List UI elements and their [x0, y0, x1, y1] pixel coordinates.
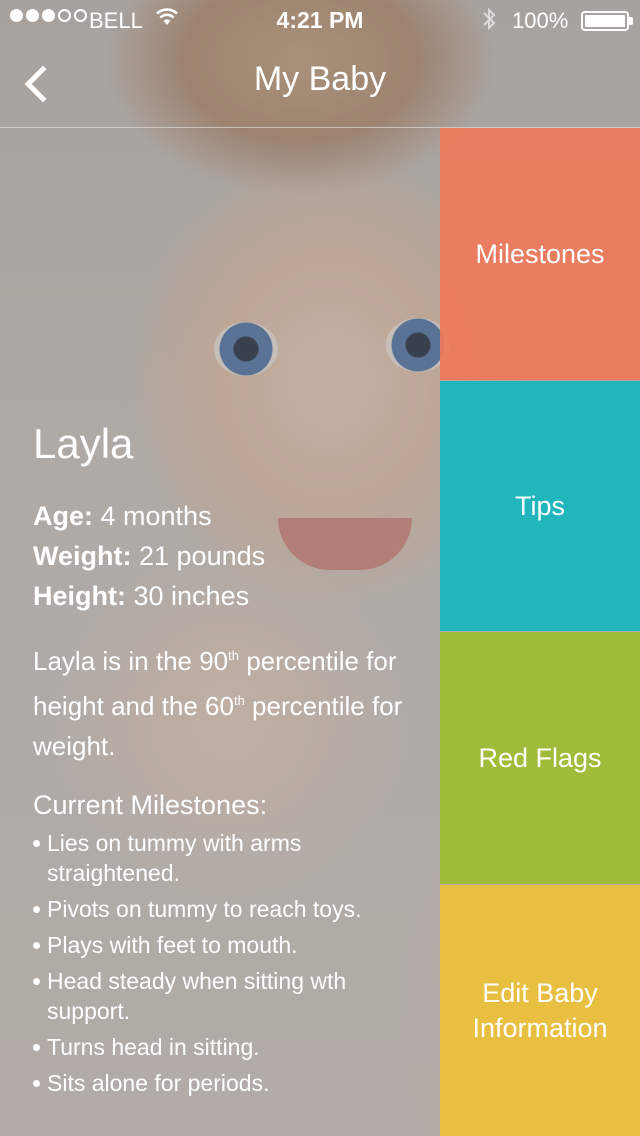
- stat-label: Height:: [33, 581, 126, 611]
- milestone-list: Lies on tummy with arms straightened. Pi…: [33, 828, 433, 1098]
- milestone-text: Pivots on tummy to reach toys.: [47, 896, 362, 922]
- list-item: Sits alone for periods.: [33, 1068, 413, 1098]
- ordinal-suffix: th: [228, 648, 239, 663]
- list-item: Pivots on tummy to reach toys.: [33, 894, 413, 924]
- battery-fill: [585, 15, 625, 27]
- stat-value: 4 months: [100, 501, 212, 531]
- stat-value: 21 pounds: [139, 541, 266, 571]
- stat-height: Height: 30 inches: [33, 576, 433, 616]
- page-title: My Baby: [253, 60, 387, 98]
- battery-icon: [581, 11, 629, 31]
- tile-label: Tips: [514, 490, 565, 521]
- milestone-text: Sits alone for periods.: [47, 1070, 270, 1096]
- percentile-summary: Layla is in the 90th percentile for heig…: [33, 636, 433, 766]
- tips-tile[interactable]: Tips: [440, 381, 640, 631]
- tile-label: Milestones: [475, 238, 605, 269]
- battery-tip: [629, 17, 633, 25]
- milestone-text: Plays with feet to mouth.: [47, 932, 298, 958]
- tile-label: Edit Baby Information: [472, 977, 608, 1043]
- stat-age: Age: 4 months: [33, 496, 433, 536]
- baby-profile: Layla Age: 4 months Weight: 21 pounds He…: [33, 420, 433, 1104]
- navigation-bar: My Baby: [0, 40, 640, 128]
- stat-weight: Weight: 21 pounds: [33, 536, 433, 576]
- stat-value: 30 inches: [133, 581, 250, 611]
- milestones-tile[interactable]: Milestones: [440, 128, 640, 380]
- milestone-text: Head steady when sitting wth support.: [47, 968, 347, 1024]
- percentile-text: Layla is in the 90: [33, 646, 229, 676]
- menu-tiles: Milestones Tips Red Flags Edit Baby Info…: [440, 128, 640, 1136]
- red-flags-tile[interactable]: Red Flags: [440, 632, 640, 884]
- milestone-text: Turns head in sitting.: [47, 1034, 260, 1060]
- list-item: Lies on tummy with arms straightened.: [33, 828, 413, 888]
- list-item: Turns head in sitting.: [33, 1032, 413, 1062]
- ordinal-suffix: th: [233, 693, 245, 708]
- milestone-text: Lies on tummy with arms straightened.: [47, 830, 302, 886]
- list-item: Plays with feet to mouth.: [33, 930, 413, 960]
- tile-label: Red Flags: [478, 742, 602, 773]
- battery-percentage: 100%: [512, 8, 569, 33]
- list-item: Head steady when sitting wth support.: [33, 966, 413, 1026]
- edit-baby-information-tile[interactable]: Edit Baby Information: [440, 885, 640, 1136]
- stat-label: Age:: [33, 501, 93, 531]
- bluetooth-icon: [482, 7, 496, 37]
- baby-name: Layla: [33, 420, 134, 467]
- stat-label: Weight:: [33, 541, 132, 571]
- current-milestones-heading: Current Milestones:: [33, 790, 268, 820]
- baby-stats: Age: 4 months Weight: 21 pounds Height: …: [33, 496, 433, 616]
- status-bar: BELL 4:21 PM 100%: [0, 0, 640, 40]
